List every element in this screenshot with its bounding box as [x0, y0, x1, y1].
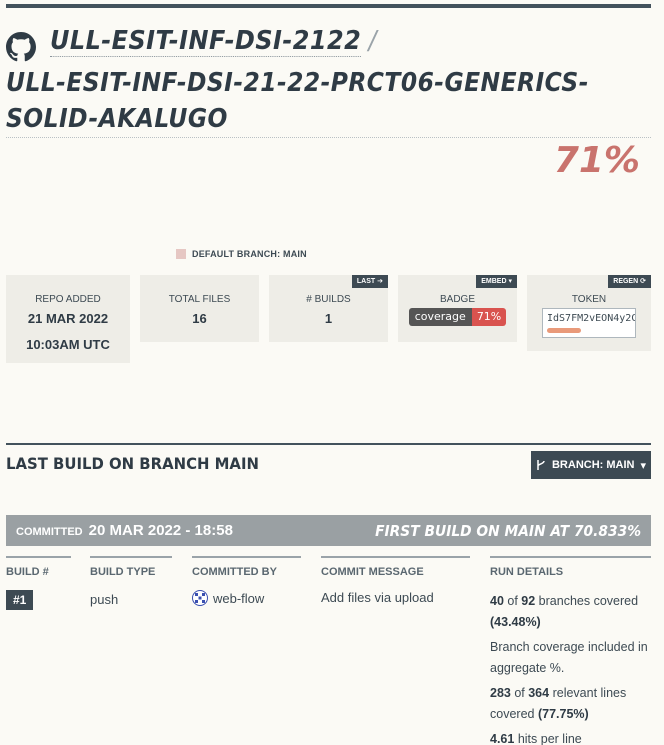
- token-field[interactable]: IdS7FM2vEON4y2C: [542, 308, 636, 338]
- first-build-text: FIRST BUILD ON MAIN AT 70.833%: [375, 521, 641, 540]
- build-type-value: push: [90, 592, 119, 607]
- caret-down-icon: ▾: [640, 459, 647, 472]
- title-separator: /: [368, 26, 378, 56]
- stat-token: REGEN ⟳ TOKEN IdS7FM2vEON4y2C: [527, 275, 651, 351]
- arrow-right-icon: ➔: [377, 278, 383, 285]
- col-header: BUILD #: [6, 556, 71, 578]
- avatar-icon: [192, 590, 208, 606]
- branches-covered: 40: [490, 594, 504, 608]
- build-number-link[interactable]: #1: [6, 590, 34, 610]
- refresh-icon: ⟳: [640, 278, 646, 285]
- lines-pct: (77.75%): [537, 707, 589, 721]
- section-divider: [6, 443, 651, 445]
- col-header: COMMITTED BY: [192, 556, 301, 578]
- repo-added-time: 10:03AM UTC: [26, 337, 110, 352]
- branches-total: 92: [521, 594, 536, 608]
- total-files-value: 16: [192, 311, 207, 326]
- repo-added-date: 21 MAR 2022: [27, 311, 109, 326]
- col-header: BUILD TYPE: [90, 556, 172, 578]
- committed-label: COMMITTED: [16, 526, 83, 538]
- stat-builds: LAST ➔ # BUILDS 1: [269, 275, 388, 342]
- committed-date: 20 MAR 2022 - 18:58: [88, 522, 233, 539]
- github-icon: [6, 32, 36, 62]
- token-value: IdS7FM2vEON4y2C: [547, 313, 636, 324]
- org-link[interactable]: ULL-ESIT-INF-DSI-2122: [50, 26, 362, 57]
- lines-total: 364: [528, 686, 550, 700]
- branch-button-label: BRANCH: MAIN: [551, 459, 635, 471]
- embed-button-label: EMBED: [481, 278, 507, 285]
- regen-button-label: REGEN: [613, 278, 639, 285]
- col-build-type: BUILD TYPE push: [90, 556, 172, 607]
- branch-select-button[interactable]: BRANCH: MAIN ▾: [531, 451, 651, 479]
- git-branch-icon: [537, 460, 545, 470]
- branch-color-square: [176, 249, 186, 259]
- hits-text: hits per line: [517, 732, 582, 745]
- badge-left: coverage: [408, 308, 472, 326]
- committer-name: web-flow: [213, 591, 265, 606]
- committer: web-flow: [192, 590, 301, 606]
- branches-stat: 40 of 92 branches covered (43.48%): [490, 594, 639, 629]
- last-build-title: LAST BUILD ON BRANCH MAIN: [6, 454, 259, 473]
- token-highlight: [547, 328, 581, 333]
- commit-message: Add files via upload: [321, 590, 434, 605]
- lines-covered: 283: [490, 686, 511, 700]
- default-branch-label: DEFAULT BRANCH: MAIN: [176, 249, 307, 259]
- stat-label: BADGE: [439, 294, 475, 305]
- stat-label: TOKEN: [571, 294, 607, 305]
- col-commit-message: COMMIT MESSAGE Add files via upload: [321, 556, 470, 605]
- repo-title-line1: ULL-ESIT-INF-DSI-2122/: [50, 26, 378, 57]
- last-build-button[interactable]: LAST ➔: [351, 275, 388, 288]
- embed-button[interactable]: EMBED ▾: [476, 275, 517, 288]
- stat-label: # BUILDS: [306, 294, 351, 305]
- col-run-details: RUN DETAILS 40 of 92 branches covered (4…: [490, 556, 651, 745]
- commit-bar: COMMITTED 20 MAR 2022 - 18:58 FIRST BUIL…: [6, 515, 651, 546]
- hits-stat: 4.61 hits per line: [490, 729, 651, 745]
- top-border: [6, 4, 651, 8]
- caret-down-icon: ▾: [508, 278, 512, 285]
- default-branch-text: DEFAULT BRANCH: MAIN: [192, 249, 307, 259]
- repo-name: ULL-ESIT-INF-DSI-21-22-PRCT06-GENERICS-S…: [6, 68, 589, 134]
- branches-pct: (43.48%): [490, 615, 541, 629]
- col-committed-by: COMMITTED BY web-flow: [192, 556, 301, 606]
- hits-value: 4.61: [490, 732, 515, 745]
- stat-label: TOTAL FILES: [168, 294, 231, 305]
- col-build-num: BUILD # #1: [6, 556, 71, 610]
- builds-value[interactable]: 1: [269, 311, 388, 326]
- title-divider: [6, 137, 651, 138]
- run-details: 40 of 92 branches covered (43.48%) Branc…: [490, 591, 651, 745]
- coverage-badge[interactable]: coverage 71%: [408, 308, 507, 326]
- lines-stat: 283 of 364 relevant lines covered (77.75…: [490, 686, 627, 721]
- stat-badge: EMBED ▾ BADGE coverage 71%: [398, 275, 517, 342]
- col-header: RUN DETAILS: [490, 556, 651, 578]
- last-button-label: LAST: [356, 278, 376, 285]
- branch-note: Branch coverage included in aggregate %.: [490, 640, 648, 675]
- badge-right: 71%: [471, 308, 507, 326]
- commit-info: COMMITTED 20 MAR 2022 - 18:58: [16, 522, 233, 539]
- branches-text: branches covered: [538, 594, 639, 608]
- stat-label: REPO ADDED: [35, 294, 101, 305]
- stat-total-files: TOTAL FILES 16: [140, 275, 259, 342]
- stat-repo-added: REPO ADDED 21 MAR 2022 10:03AM UTC: [6, 275, 130, 363]
- col-header: COMMIT MESSAGE: [321, 556, 470, 578]
- regen-button[interactable]: REGEN ⟳: [608, 275, 651, 288]
- coverage-percentage: 71%: [553, 140, 640, 181]
